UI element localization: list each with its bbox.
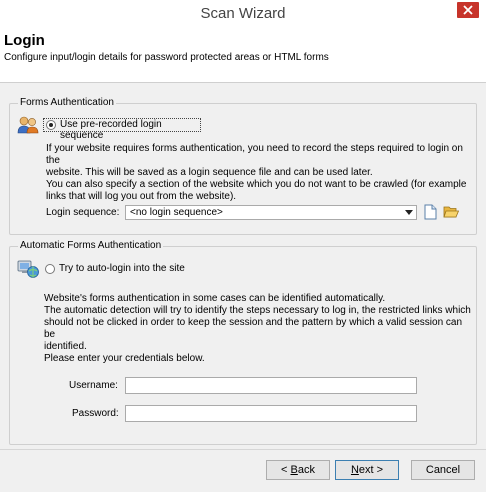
next-button[interactable]: Next > bbox=[335, 460, 399, 480]
close-icon bbox=[463, 5, 473, 15]
back-button[interactable]: < Back bbox=[266, 460, 330, 480]
prerecorded-radio[interactable] bbox=[46, 120, 56, 130]
forms-auth-line: links that will log you out from the web… bbox=[46, 191, 237, 202]
next-button-label: ext > bbox=[358, 464, 384, 476]
auto-auth-line: The automatic detection will try to iden… bbox=[44, 305, 471, 316]
close-button[interactable] bbox=[457, 2, 479, 18]
forms-auth-line: website. This will be saved as a login s… bbox=[46, 167, 373, 178]
prerecorded-option[interactable]: Use pre-recorded login sequence bbox=[43, 118, 201, 141]
new-file-icon[interactable] bbox=[424, 204, 437, 220]
auto-login-radio[interactable] bbox=[45, 264, 55, 274]
login-sequence-select[interactable]: <no login sequence> bbox=[125, 205, 417, 220]
auto-auth-group: Automatic Forms Authentication Try to au… bbox=[9, 240, 477, 445]
radio-selected-dot bbox=[49, 123, 53, 127]
auto-auth-description: Website's forms authentication in some c… bbox=[44, 293, 474, 353]
username-field[interactable] bbox=[125, 377, 417, 394]
users-icon bbox=[17, 116, 39, 134]
forms-auth-line: You can also specify a section of the we… bbox=[46, 179, 467, 190]
forms-auth-line: If your website requires forms authentic… bbox=[46, 143, 463, 166]
open-folder-icon[interactable] bbox=[443, 205, 459, 219]
back-button-prefix: < bbox=[281, 464, 291, 476]
auto-auth-line: identified. bbox=[44, 341, 87, 352]
cancel-button[interactable]: Cancel bbox=[411, 460, 475, 480]
auto-login-option-label[interactable]: Try to auto-login into the site bbox=[59, 263, 185, 274]
login-sequence-value: <no login sequence> bbox=[130, 207, 223, 218]
forms-auth-group: Forms Authentication Use pre-recorded lo… bbox=[9, 97, 477, 235]
back-button-label: ack bbox=[297, 464, 315, 476]
wizard-content: Forms Authentication Use pre-recorded lo… bbox=[0, 83, 486, 449]
forms-auth-group-label: Forms Authentication bbox=[18, 97, 116, 108]
login-sequence-label: Login sequence: bbox=[46, 207, 120, 218]
window-title: Scan Wizard bbox=[200, 5, 286, 22]
auto-auth-group-label: Automatic Forms Authentication bbox=[18, 240, 164, 251]
auto-auth-line: should not be clicked in order to keep t… bbox=[44, 317, 463, 340]
password-label: Password: bbox=[72, 408, 119, 419]
auto-auth-line: Website's forms authentication in some c… bbox=[44, 293, 386, 304]
title-bar: Scan Wizard bbox=[0, 0, 486, 26]
next-button-mnemonic: N bbox=[350, 464, 359, 476]
wizard-header: Login Configure input/login details for … bbox=[0, 26, 486, 83]
network-icon bbox=[17, 260, 39, 278]
chevron-down-icon bbox=[405, 210, 413, 215]
prerecorded-option-label: Use pre-recorded login sequence bbox=[60, 119, 162, 141]
password-field[interactable] bbox=[125, 405, 417, 422]
forms-auth-description: If your website requires forms authentic… bbox=[46, 143, 476, 203]
back-button-mnemonic: B bbox=[290, 464, 298, 476]
page-description: Configure input/login details for passwo… bbox=[4, 52, 329, 63]
username-label: Username: bbox=[69, 380, 118, 391]
page-title: Login bbox=[4, 32, 45, 49]
credentials-prompt: Please enter your credentials below. bbox=[44, 353, 205, 364]
wizard-footer: < Back Next > Cancel bbox=[0, 449, 486, 492]
